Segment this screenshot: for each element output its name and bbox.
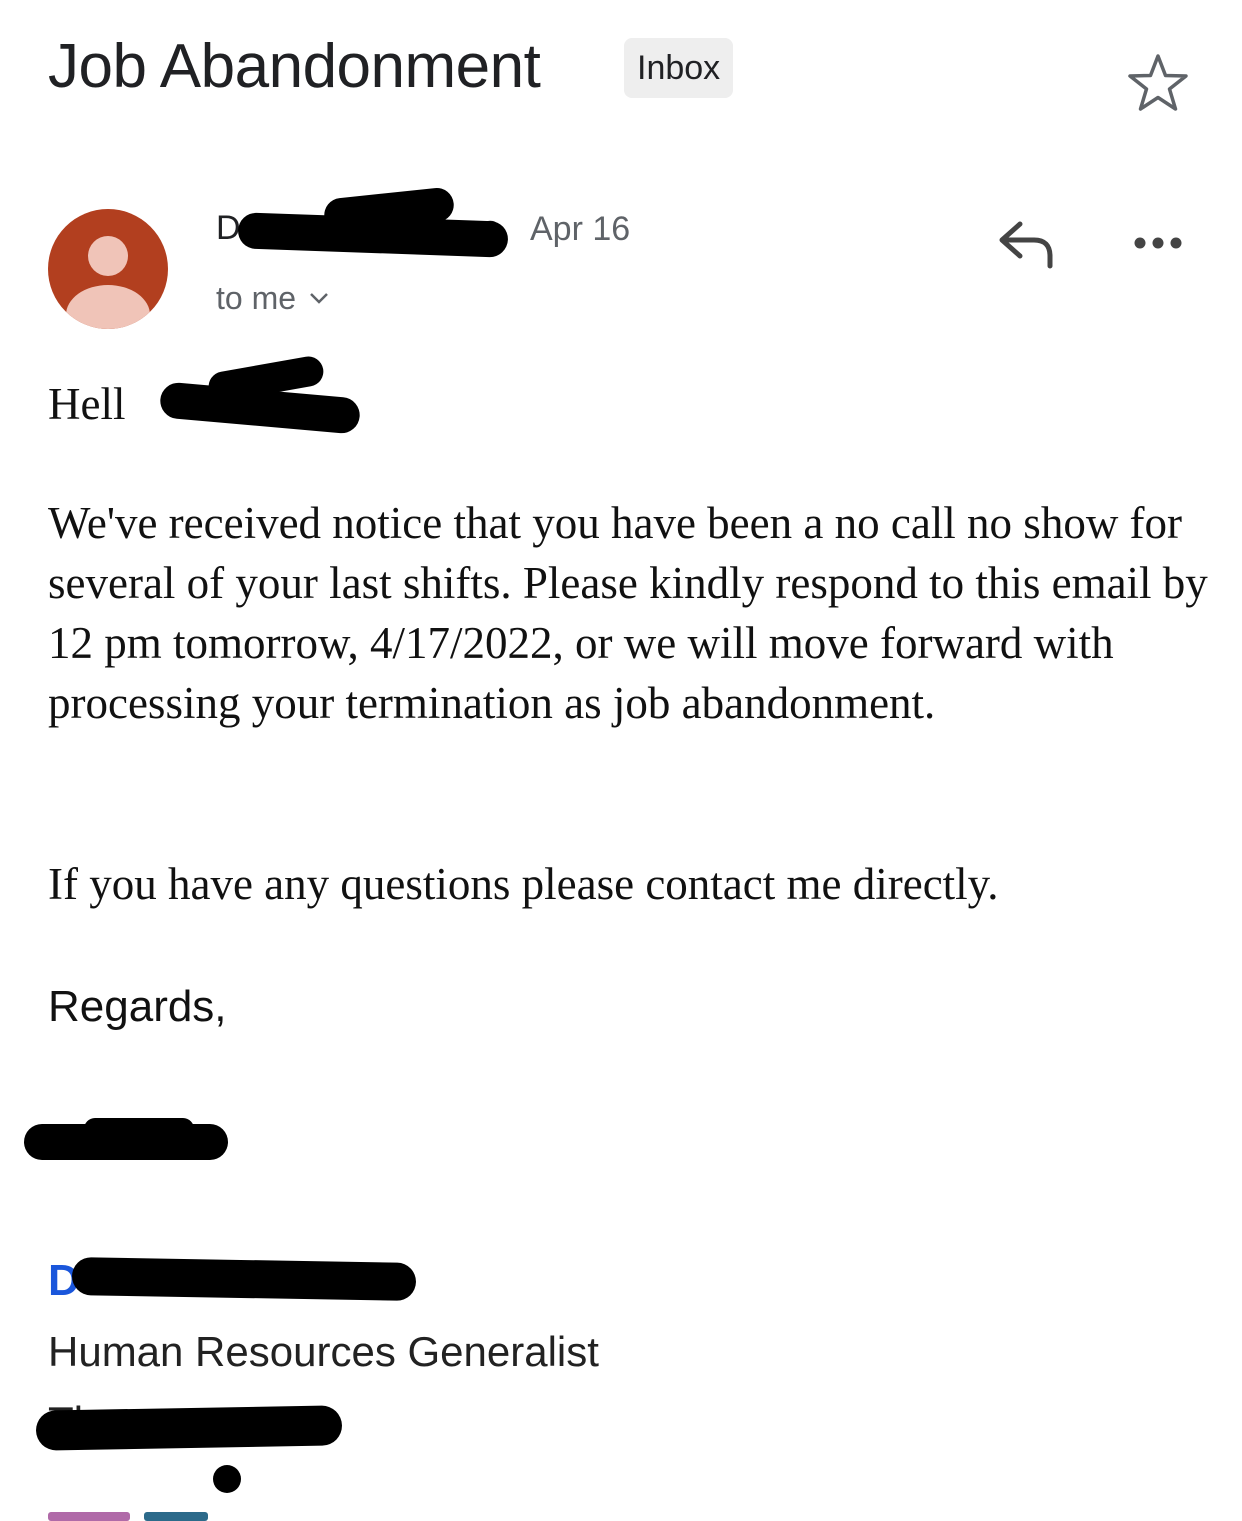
signature-logo-fragment [48, 1512, 130, 1521]
email-body-paragraph: If you have any questions please contact… [48, 859, 999, 909]
sender-avatar[interactable] [48, 209, 168, 329]
email-date: Apr 16 [530, 210, 631, 248]
email-body-paragraph: We've received notice that you have been… [48, 498, 1208, 728]
redaction-mark [84, 1118, 194, 1140]
star-icon[interactable] [1124, 50, 1192, 118]
person-avatar-icon [66, 236, 150, 329]
recipients-text: to me [216, 280, 297, 316]
recipients-toggle[interactable]: to me [216, 276, 330, 320]
redaction-mark [35, 1405, 343, 1451]
redacted-signoff [24, 1118, 228, 1166]
redaction-dot [213, 1465, 241, 1493]
reply-icon[interactable] [996, 218, 1058, 270]
email-subject: Job Abandonment [48, 32, 541, 101]
signature-company: Th [35, 1396, 348, 1451]
signature-logo-fragment [144, 1512, 208, 1521]
signature-name-link[interactable]: D [48, 1254, 418, 1308]
chevron-down-icon [310, 293, 328, 304]
redaction-mark [71, 1257, 417, 1301]
inbox-label-chip[interactable]: Inbox [624, 38, 734, 98]
sender-name[interactable]: D es [216, 186, 516, 258]
email-greeting: Hell, [48, 354, 362, 435]
more-options-icon[interactable] [1128, 226, 1188, 260]
signature-title: Human Resources Generalist [48, 1328, 599, 1375]
greeting-text: Hell [48, 379, 126, 429]
sender-name-text: D [216, 209, 241, 247]
email-closing: Regards, [48, 982, 227, 1031]
